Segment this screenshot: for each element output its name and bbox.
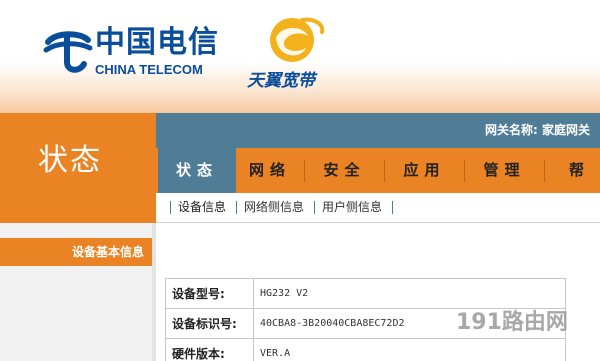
sidebar-body — [0, 266, 152, 361]
tab-status[interactable]: 状态 — [158, 148, 236, 193]
table-row: 硬件版本: VER.A — [165, 338, 566, 361]
device-id-label: 设备标识号: — [165, 308, 254, 339]
device-model-label: 设备型号: — [165, 278, 254, 309]
subnav-user-side-info[interactable]: 用户侧信息 — [322, 200, 382, 215]
sidebar-spacer — [0, 223, 156, 238]
sub-nav-divider — [314, 201, 315, 214]
page-header: 中国电信 CHINA TELECOM 天翼宽带 — [0, 0, 600, 113]
site-watermark: 191路由网 — [456, 310, 568, 335]
tianyi-broadband-logo: 天翼宽带 — [244, 14, 344, 91]
sub-nav-divider — [236, 201, 237, 214]
company-name-cn: 中国电信 — [95, 25, 219, 60]
sub-nav: 设备信息 网络侧信息 用户侧信息 — [156, 193, 600, 223]
tianyi-swirl-icon — [270, 17, 325, 62]
china-telecom-logo: 中国电信 CHINA TELECOM — [40, 22, 220, 82]
tab-security[interactable]: 安全 — [305, 148, 384, 193]
gateway-name: 网关名称: 家庭网关 — [485, 123, 590, 137]
sub-nav-divider — [392, 201, 393, 214]
tab-network[interactable]: 网络 — [236, 148, 304, 193]
sidebar-divider — [152, 223, 156, 361]
section-title-block: 状态 — [0, 113, 156, 223]
hardware-version-value: VER.A — [253, 338, 566, 361]
company-name-en: CHINA TELECOM — [95, 62, 203, 77]
main-nav: 状态 网络 安全 应用 管理 帮助 — [156, 148, 600, 224]
subnav-network-side-info[interactable]: 网络侧信息 — [244, 200, 304, 215]
section-title: 状态 — [38, 143, 102, 178]
sub-nav-divider — [170, 201, 171, 214]
gateway-bar: 网关名称: 家庭网关 — [156, 113, 600, 148]
sidebar-section-title: 设备基本信息 — [71, 245, 144, 259]
table-row: 设备型号: HG232 V2 — [165, 278, 566, 309]
hardware-version-label: 硬件版本: — [165, 338, 254, 361]
tab-application[interactable]: 应用 — [385, 148, 464, 193]
tab-help[interactable]: 帮助 — [545, 148, 600, 224]
product-name-cn: 天翼宽带 — [247, 71, 315, 91]
china-telecom-emblem-icon — [43, 31, 93, 73]
sidebar-section-header: 设备基本信息 — [0, 238, 152, 266]
tab-management[interactable]: 管理 — [465, 148, 544, 193]
subnav-device-info[interactable]: 设备信息 — [178, 200, 226, 215]
device-model-value: HG232 V2 — [253, 278, 566, 309]
